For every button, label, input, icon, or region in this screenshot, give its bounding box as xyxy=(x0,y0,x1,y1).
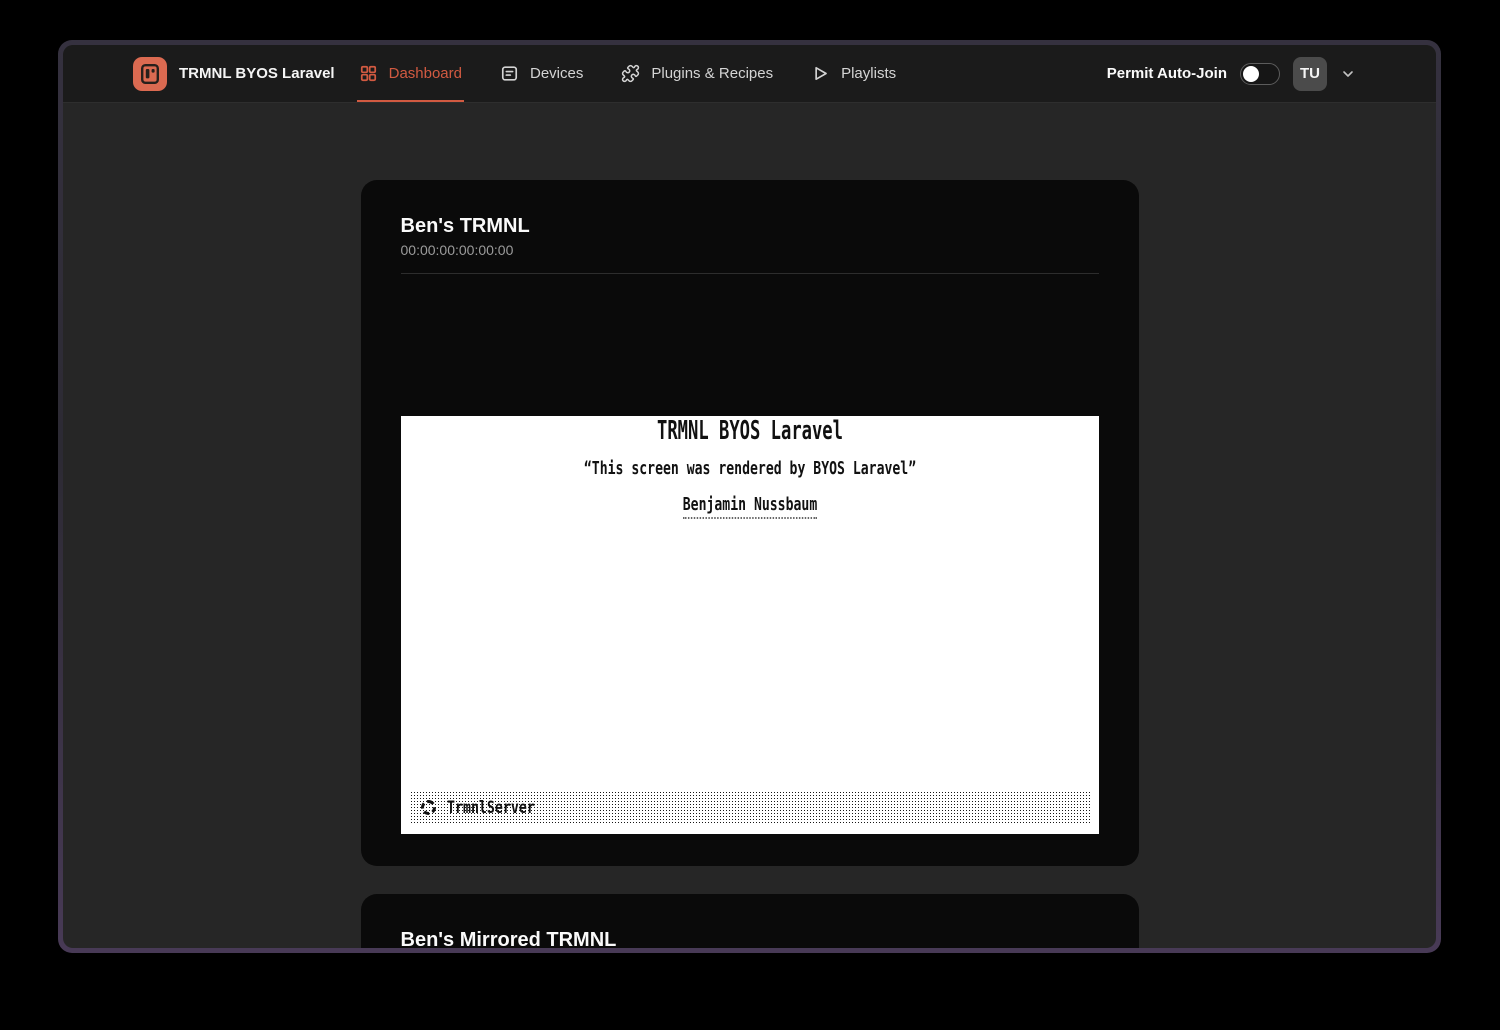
device-mac-address: 00:00:00:00:00:00 xyxy=(401,242,1099,259)
play-icon xyxy=(811,64,830,83)
tab-plugins-recipes-label: Plugins & Recipes xyxy=(651,65,773,82)
spinner-icon xyxy=(421,800,436,815)
device-screen-preview: TRMNL BYOS Laravel “This screen was rend… xyxy=(401,416,1099,834)
permit-auto-join-label: Permit Auto-Join xyxy=(1107,65,1227,82)
tab-playlists[interactable]: Playlists xyxy=(809,45,898,102)
brand-title: TRMNL BYOS Laravel xyxy=(179,65,335,82)
app-window-inner: TRMNL BYOS Laravel Dashboard xyxy=(63,45,1436,948)
dashboard-grid-icon xyxy=(359,64,378,83)
brand-link[interactable]: TRMNL BYOS Laravel xyxy=(133,45,335,102)
navbar-right: Permit Auto-Join TU xyxy=(1107,45,1356,102)
devices-list-icon xyxy=(500,64,519,83)
permit-auto-join-toggle[interactable] xyxy=(1240,63,1280,85)
device-card-bens-mirrored-trmnl: Ben's Mirrored TRMNL 00:00:00:00:00:01 T… xyxy=(361,894,1139,948)
divider xyxy=(401,273,1099,274)
tab-dashboard-label: Dashboard xyxy=(389,65,462,82)
screen-status-bar: TrmnlServer xyxy=(410,791,1090,824)
toggle-knob xyxy=(1243,66,1259,82)
tab-plugins-recipes[interactable]: Plugins & Recipes xyxy=(619,45,775,102)
puzzle-icon xyxy=(621,64,640,83)
device-name: Ben's Mirrored TRMNL xyxy=(401,928,1099,948)
tab-devices[interactable]: Devices xyxy=(498,45,585,102)
screen-author-row: Benjamin Nussbaum xyxy=(495,494,1005,516)
dashboard-content: Ben's TRMNL 00:00:00:00:00:00 TRMNL BYOS… xyxy=(63,103,1436,948)
app-window: TRMNL BYOS Laravel Dashboard xyxy=(58,40,1441,953)
device-card-bens-trmnl: Ben's TRMNL 00:00:00:00:00:00 TRMNL BYOS… xyxy=(361,180,1139,866)
screen-quote: “This screen was rendered by BYOS Larave… xyxy=(495,458,1005,480)
chevron-down-icon xyxy=(1340,66,1356,82)
tab-devices-label: Devices xyxy=(530,65,583,82)
screen-author: Benjamin Nussbaum xyxy=(682,494,816,519)
screen-title: TRMNL BYOS Laravel xyxy=(519,416,980,446)
tab-dashboard[interactable]: Dashboard xyxy=(357,45,464,102)
navbar: TRMNL BYOS Laravel Dashboard xyxy=(63,45,1436,103)
avatar-initials: TU xyxy=(1300,65,1320,82)
device-name: Ben's TRMNL xyxy=(401,214,1099,238)
screen-status-label: TrmnlServer xyxy=(447,798,535,818)
tab-playlists-label: Playlists xyxy=(841,65,896,82)
nav-tabs: Dashboard Devices xyxy=(357,45,899,102)
trmnl-logo-icon xyxy=(133,57,167,91)
user-avatar[interactable]: TU xyxy=(1293,57,1327,91)
user-menu-chevron[interactable] xyxy=(1340,66,1356,82)
